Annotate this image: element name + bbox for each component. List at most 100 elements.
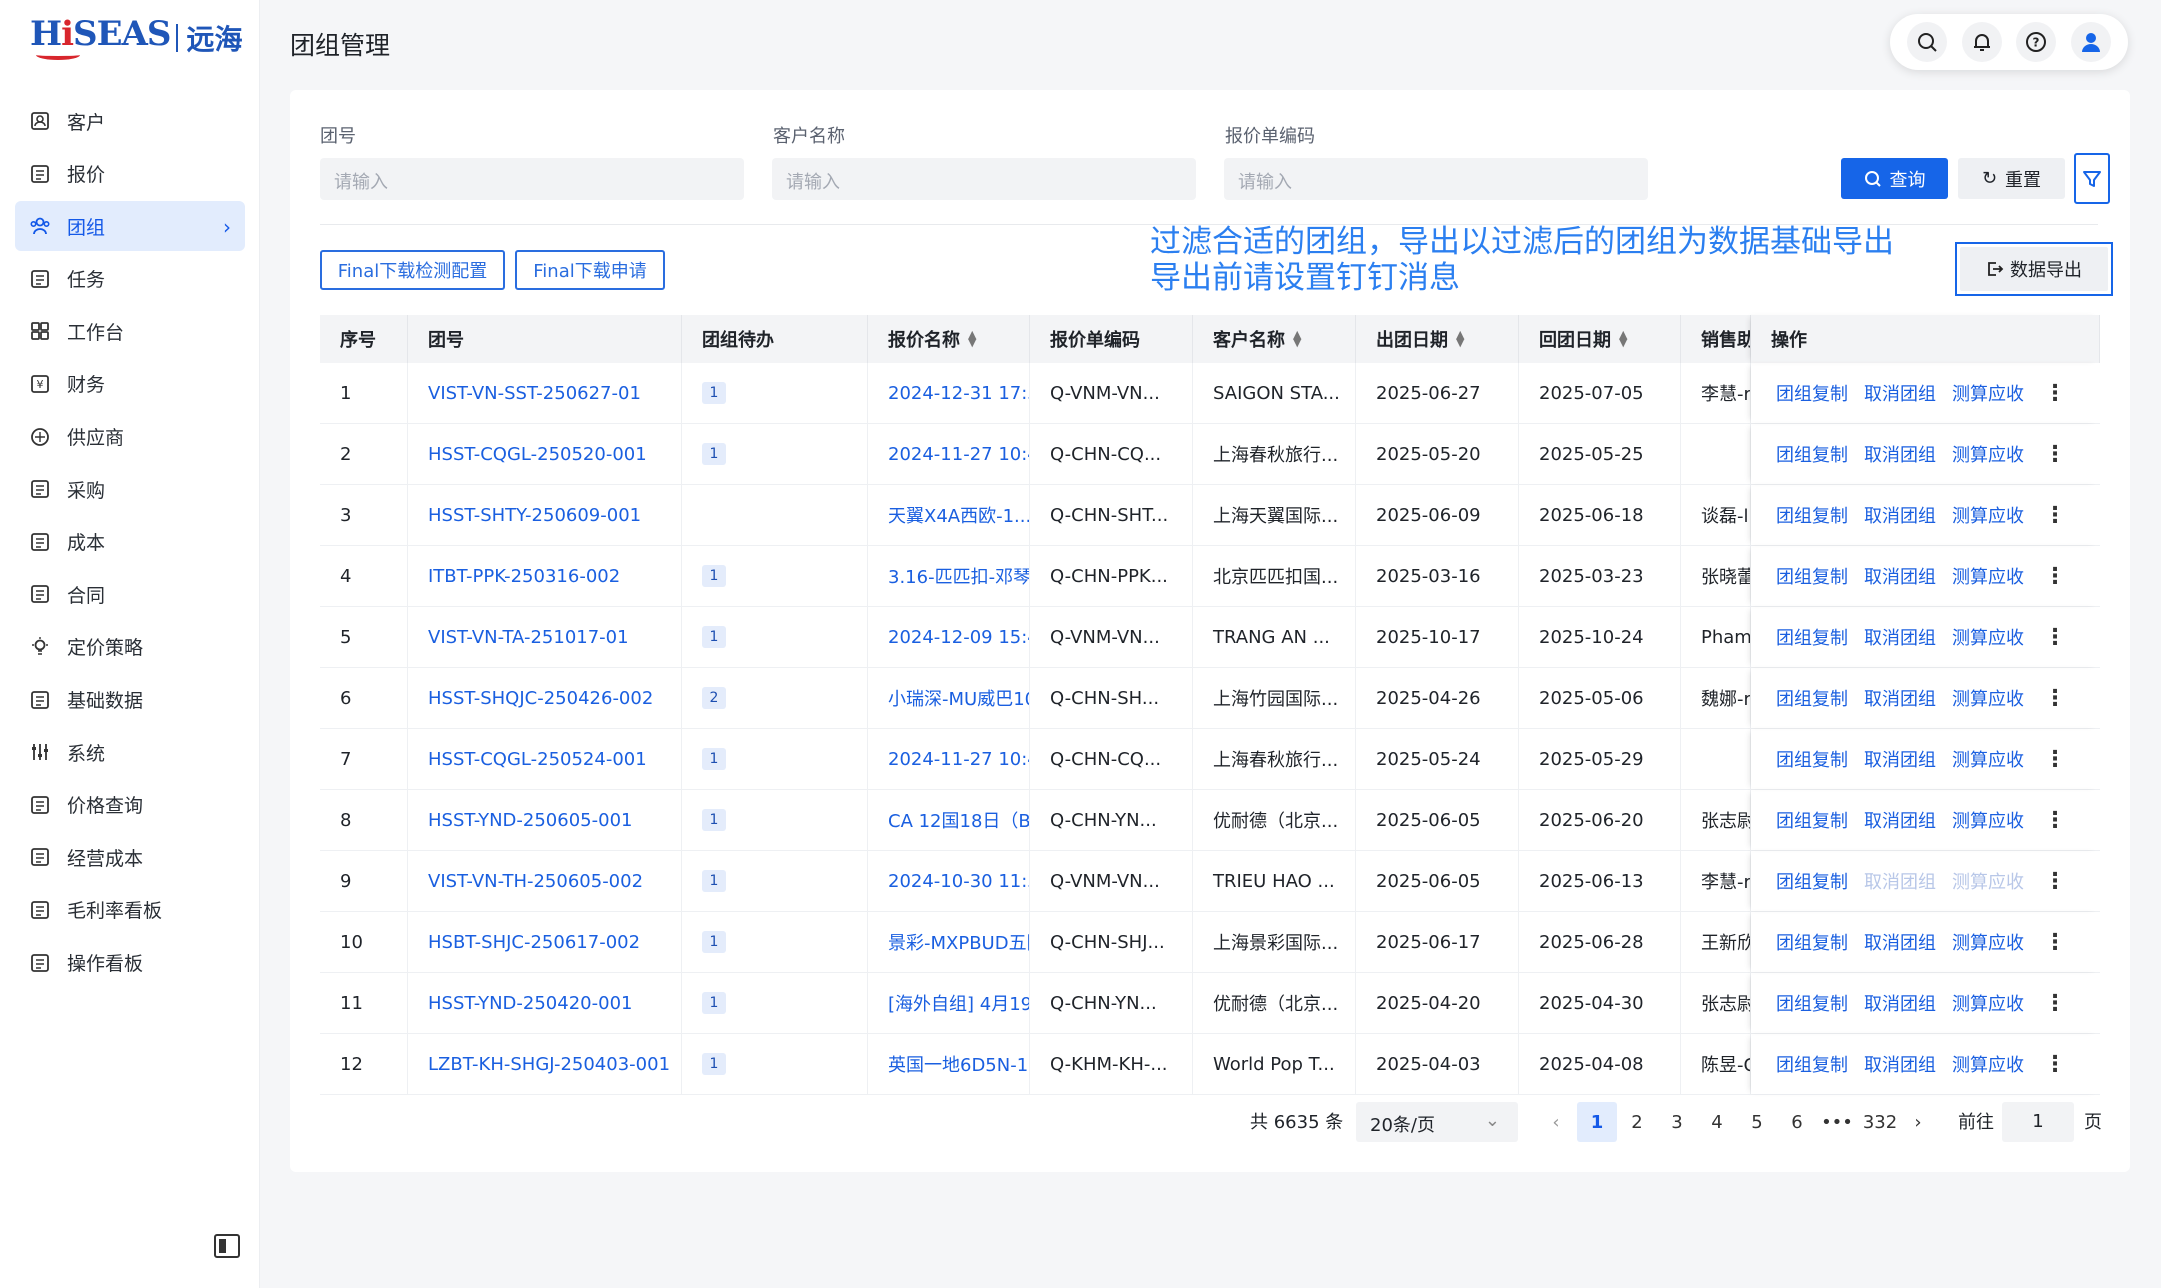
calc-receivable-button[interactable]: 测算应收 [1952, 929, 2024, 955]
todo-badge[interactable]: 1 [702, 382, 726, 404]
final-download-apply-button[interactable]: Final下载申请 [515, 250, 665, 290]
todo-badge[interactable]: 1 [702, 992, 726, 1014]
cell-group-no[interactable]: HSBT-SHJC-250617-002 [408, 912, 682, 972]
cell-quote-name[interactable]: 小瑞深-MU威巴10 [868, 668, 1030, 728]
calc-receivable-button[interactable]: 测算应收 [1952, 441, 2024, 467]
sidebar-item-4[interactable]: 工作台 [15, 306, 245, 356]
cell-quote-name[interactable]: 英国一地6D5N-1. [868, 1034, 1030, 1094]
cell-group-no[interactable]: VIST-VN-SST-250627-01 [408, 363, 682, 423]
sidebar-item-15[interactable]: 毛利率看板 [15, 885, 245, 935]
calc-receivable-button[interactable]: 测算应收 [1952, 1051, 2024, 1077]
sort-icon[interactable]: ▲ ▼ [1293, 329, 1301, 348]
sidebar-item-2[interactable]: 团组 › [15, 201, 245, 252]
todo-badge[interactable]: 1 [702, 443, 726, 465]
calc-receivable-button[interactable]: 测算应收 [1952, 502, 2024, 528]
calc-receivable-button[interactable]: 测算应收 [1952, 990, 2024, 1016]
page-6[interactable]: 6 [1777, 1102, 1817, 1142]
more-vertical-icon[interactable]: ⋮ [2044, 1052, 2066, 1077]
todo-badge[interactable]: 1 [702, 809, 726, 831]
cancel-group-button[interactable]: 取消团组 [1864, 990, 1936, 1016]
copy-group-button[interactable]: 团组复制 [1776, 1051, 1848, 1077]
cell-quote-name[interactable]: 天翼X4A西欧-1... [868, 485, 1030, 545]
copy-group-button[interactable]: 团组复制 [1776, 624, 1848, 650]
more-vertical-icon[interactable]: ⋮ [2044, 808, 2066, 833]
more-vertical-icon[interactable]: ⋮ [2044, 442, 2066, 467]
cell-quote-name[interactable]: 景彩-MXPBUD五国 [868, 912, 1030, 972]
final-download-config-button[interactable]: Final下载检测配置 [320, 250, 505, 290]
copy-group-button[interactable]: 团组复制 [1776, 868, 1848, 894]
cancel-group-button[interactable]: 取消团组 [1864, 563, 1936, 589]
search-icon[interactable] [1907, 22, 1948, 62]
cancel-group-button[interactable]: 取消团组 [1864, 685, 1936, 711]
cancel-group-button[interactable]: 取消团组 [1864, 746, 1936, 772]
copy-group-button[interactable]: 团组复制 [1776, 685, 1848, 711]
data-export-button[interactable]: 数据导出 [1955, 242, 2113, 296]
cell-group-no[interactable]: HSST-CQGL-250520-001 [408, 424, 682, 484]
todo-badge[interactable]: 1 [702, 1053, 726, 1075]
cell-group-no[interactable]: VIST-VN-TA-251017-01 [408, 607, 682, 667]
cell-group-no[interactable]: HSST-SHTY-250609-001 [408, 485, 682, 545]
collapse-sidebar-icon[interactable] [214, 1234, 240, 1258]
todo-badge[interactable]: 1 [702, 565, 726, 587]
calc-receivable-button[interactable]: 测算应收 [1952, 563, 2024, 589]
help-icon[interactable]: ? [2016, 22, 2057, 62]
todo-badge[interactable]: 1 [702, 931, 726, 953]
more-vertical-icon[interactable]: ⋮ [2044, 686, 2066, 711]
calc-receivable-button[interactable]: 测算应收 [1952, 746, 2024, 772]
filter-button[interactable] [2074, 153, 2110, 204]
more-vertical-icon[interactable]: ⋮ [2044, 869, 2066, 894]
todo-badge[interactable]: 2 [702, 687, 726, 709]
copy-group-button[interactable]: 团组复制 [1776, 990, 1848, 1016]
sort-icon[interactable]: ▲ ▼ [1619, 329, 1627, 348]
sidebar-item-6[interactable]: 供应商 [15, 412, 245, 462]
page-332[interactable]: 332 [1857, 1102, 1903, 1142]
copy-group-button[interactable]: 团组复制 [1776, 807, 1848, 833]
sidebar-item-10[interactable]: 定价策略 [15, 622, 245, 672]
page-5[interactable]: 5 [1737, 1102, 1777, 1142]
page-size-select[interactable]: 20条/页 ⌄ [1356, 1102, 1518, 1142]
copy-group-button[interactable]: 团组复制 [1776, 380, 1848, 406]
col-end-date[interactable]: 回团日期 ▲ ▼ [1519, 315, 1681, 363]
sidebar-item-3[interactable]: 任务 [15, 254, 245, 304]
more-vertical-icon[interactable]: ⋮ [2044, 930, 2066, 955]
sidebar-item-0[interactable]: 客户 [15, 96, 245, 146]
cell-group-no[interactable]: ITBT-PPK-250316-002 [408, 546, 682, 606]
sidebar-item-8[interactable]: 成本 [15, 517, 245, 567]
page-1[interactable]: 1 [1577, 1102, 1617, 1142]
more-vertical-icon[interactable]: ⋮ [2044, 991, 2066, 1016]
col-customer[interactable]: 客户名称 ▲ ▼ [1193, 315, 1356, 363]
copy-group-button[interactable]: 团组复制 [1776, 441, 1848, 467]
cancel-group-button[interactable]: 取消团组 [1864, 441, 1936, 467]
cancel-group-button[interactable]: 取消团组 [1864, 807, 1936, 833]
cell-group-no[interactable]: LZBT-KH-SHGJ-250403-001 [408, 1034, 682, 1094]
cell-group-no[interactable]: HSST-SHQJC-250426-002 [408, 668, 682, 728]
cell-quote-name[interactable]: 2024-12-09 15:48 [868, 607, 1030, 667]
cell-quote-name[interactable]: [海外自组] 4月19日 [868, 973, 1030, 1033]
user-avatar-icon[interactable] [2070, 22, 2111, 62]
more-vertical-icon[interactable]: ⋮ [2044, 381, 2066, 406]
cancel-group-button[interactable]: 取消团组 [1864, 624, 1936, 650]
cell-quote-name[interactable]: 2024-11-27 10:44 [868, 729, 1030, 789]
cell-quote-name[interactable]: 2024-11-27 10:44 [868, 424, 1030, 484]
todo-badge[interactable]: 1 [702, 626, 726, 648]
cell-group-no[interactable]: HSST-CQGL-250524-001 [408, 729, 682, 789]
prev-page-icon[interactable]: ‹ [1536, 1102, 1576, 1142]
more-vertical-icon[interactable]: ⋮ [2044, 747, 2066, 772]
cell-group-no[interactable]: HSST-YND-250605-001 [408, 790, 682, 850]
sidebar-item-12[interactable]: 系统 [15, 727, 245, 777]
copy-group-button[interactable]: 团组复制 [1776, 929, 1848, 955]
sidebar-item-5[interactable]: ¥ 财务 [15, 359, 245, 409]
calc-receivable-button[interactable]: 测算应收 [1952, 868, 2024, 894]
sidebar-item-11[interactable]: 基础数据 [15, 675, 245, 725]
cancel-group-button[interactable]: 取消团组 [1864, 380, 1936, 406]
todo-badge[interactable]: 1 [702, 748, 726, 770]
todo-badge[interactable]: 1 [702, 870, 726, 892]
sidebar-item-1[interactable]: 报价 [15, 149, 245, 199]
cell-quote-name[interactable]: CA 12国18日（BU [868, 790, 1030, 850]
calc-receivable-button[interactable]: 测算应收 [1952, 380, 2024, 406]
copy-group-button[interactable]: 团组复制 [1776, 563, 1848, 589]
cancel-group-button[interactable]: 取消团组 [1864, 868, 1936, 894]
calc-receivable-button[interactable]: 测算应收 [1952, 685, 2024, 711]
sidebar-item-7[interactable]: 采购 [15, 464, 245, 514]
col-quote-name[interactable]: 报价名称 ▲ ▼ [868, 315, 1030, 363]
